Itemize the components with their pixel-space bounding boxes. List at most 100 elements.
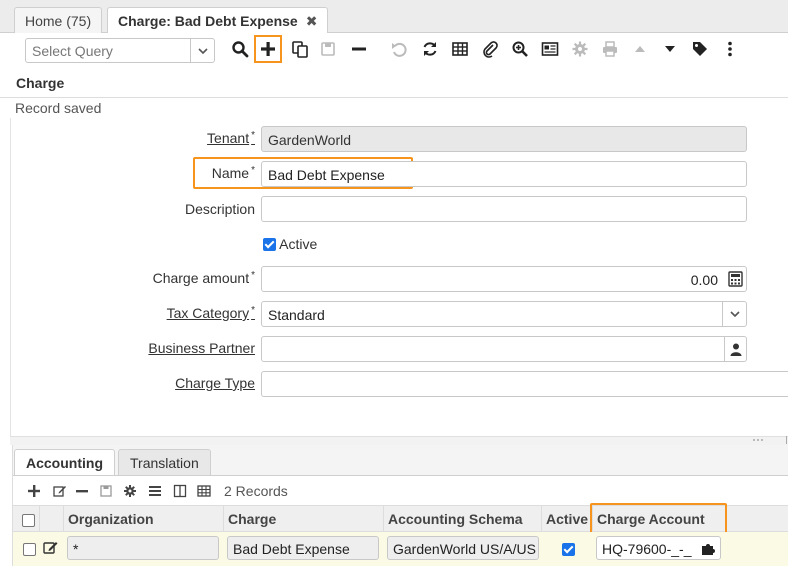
tenant-field: GardenWorld (261, 126, 747, 152)
detail-edit-button[interactable] (51, 482, 69, 500)
table-icon (452, 42, 468, 56)
divider (0, 97, 788, 98)
triangle-down-icon (665, 46, 675, 52)
tab-home[interactable]: Home (75) (14, 7, 103, 34)
tab-translation[interactable]: Translation (118, 449, 211, 475)
section-title: Charge (16, 75, 65, 91)
row-edit-button[interactable] (43, 540, 59, 558)
active-label: Active (279, 236, 318, 252)
main-toolbar (0, 33, 788, 69)
plus-icon (28, 485, 40, 497)
description-field[interactable] (261, 196, 747, 222)
save-icon (100, 485, 112, 497)
gear-icon (124, 485, 136, 497)
name-field[interactable]: Bad Debt Expense (261, 161, 747, 187)
previous-record-button[interactable] (626, 35, 654, 63)
cell-charge-account[interactable]: HQ-79600-_-_ (596, 536, 721, 560)
refresh-button[interactable] (416, 35, 444, 63)
minus-icon (76, 490, 88, 493)
business-partner-field[interactable] (261, 336, 747, 362)
save-button[interactable] (314, 35, 342, 63)
printer-icon (603, 41, 617, 57)
cell-charge[interactable]: Bad Debt Expense (227, 536, 379, 560)
detail-toolbar: 2 Records (13, 475, 788, 505)
undo-button[interactable] (385, 35, 413, 63)
column-charge[interactable]: Charge (223, 506, 383, 532)
close-icon[interactable]: ✖ (306, 13, 318, 29)
window-tab-bar: Home (75) Charge: Bad Debt Expense ✖ (0, 0, 788, 35)
tab-charge-label: Charge: Bad Debt Expense (118, 13, 298, 29)
column-organization[interactable]: Organization (63, 506, 223, 532)
delete-button[interactable] (345, 35, 373, 63)
chevron-down-icon (198, 48, 208, 55)
plus-icon (261, 42, 275, 56)
edit-icon (43, 542, 58, 554)
detail-process-button[interactable] (121, 482, 139, 500)
zoom-across-button[interactable] (506, 35, 534, 63)
detail-grid-view-button[interactable] (195, 482, 213, 500)
more-vertical-icon (728, 41, 732, 57)
grid-toggle-button[interactable] (446, 35, 474, 63)
select-all-checkbox[interactable] (13, 506, 39, 532)
new-record-button[interactable] (254, 35, 282, 63)
cell-accounting-schema[interactable]: GardenWorld US/A/US (387, 536, 539, 560)
tab-accounting[interactable]: Accounting (14, 449, 115, 476)
select-all-checkbox-box[interactable] (22, 514, 35, 527)
charge-amount-field[interactable]: 0.00 (261, 266, 747, 292)
charge-type-label[interactable]: Charge Type (175, 375, 255, 391)
splitter-handle[interactable] (10, 436, 788, 445)
zoom-in-icon (512, 41, 528, 57)
next-record-button[interactable] (656, 35, 684, 63)
attachment-button[interactable] (476, 35, 504, 63)
print-button[interactable] (596, 35, 624, 63)
list-icon (149, 486, 161, 496)
charge-type-field[interactable] (261, 371, 788, 397)
column-accounting-schema[interactable]: Accounting Schema (383, 506, 541, 532)
select-query-combobox[interactable] (25, 38, 215, 63)
select-query-input[interactable] (26, 39, 190, 62)
grip-icon (753, 436, 787, 444)
row-select-checkbox[interactable] (23, 541, 36, 557)
record-count: 2 Records (224, 483, 288, 499)
undo-icon (392, 42, 407, 57)
detail-customize-button[interactable] (146, 482, 164, 500)
tag-button[interactable] (686, 35, 714, 63)
calculator-icon (727, 271, 743, 287)
detail-save-button[interactable] (97, 482, 115, 500)
select-query-dropdown-button[interactable] (190, 39, 214, 62)
puzzle-icon[interactable] (701, 541, 716, 556)
business-partner-label[interactable]: Business Partner (148, 340, 255, 356)
tax-category-select[interactable]: Standard (261, 301, 747, 327)
description-label: Description (184, 201, 255, 217)
tax-category-dropdown-button[interactable] (722, 302, 746, 326)
calculator-button[interactable] (724, 267, 746, 291)
column-active[interactable]: Active (541, 506, 592, 532)
save-icon (321, 42, 335, 56)
detail-form-view-button[interactable] (171, 482, 189, 500)
process-button[interactable] (566, 35, 594, 63)
tab-charge[interactable]: Charge: Bad Debt Expense ✖ (107, 7, 329, 35)
paperclip-icon (483, 41, 498, 58)
status-message: Record saved (15, 100, 102, 116)
tax-category-label[interactable]: Tax Category * (167, 305, 255, 321)
detail-delete-button[interactable] (73, 482, 91, 500)
detail-panel: Accounting Translation 2 Records Organiz… (12, 445, 788, 566)
search-button[interactable] (226, 35, 254, 63)
cell-organization[interactable]: * (67, 536, 219, 560)
table-row[interactable]: * Bad Debt Expense GardenWorld US/A/US H… (13, 532, 788, 566)
active-checkbox-wrapper[interactable]: Active (263, 236, 317, 252)
tenant-label[interactable]: Tenant * (207, 130, 255, 146)
active-checkbox[interactable] (263, 238, 276, 251)
report-button[interactable] (536, 35, 564, 63)
charge-form: Tenant * GardenWorld Name * Bad Debt Expen… (10, 118, 788, 436)
detail-new-button[interactable] (25, 482, 43, 500)
user-icon (730, 343, 741, 356)
name-label: Name * (211, 165, 255, 181)
business-partner-lookup-button[interactable] (724, 337, 746, 361)
search-icon (232, 41, 249, 58)
copy-icon (292, 41, 308, 58)
cell-active-checkbox[interactable] (562, 541, 575, 557)
more-options-button[interactable] (716, 35, 744, 63)
tab-home-label: Home (75) (25, 13, 92, 29)
copy-record-button[interactable] (286, 35, 314, 63)
